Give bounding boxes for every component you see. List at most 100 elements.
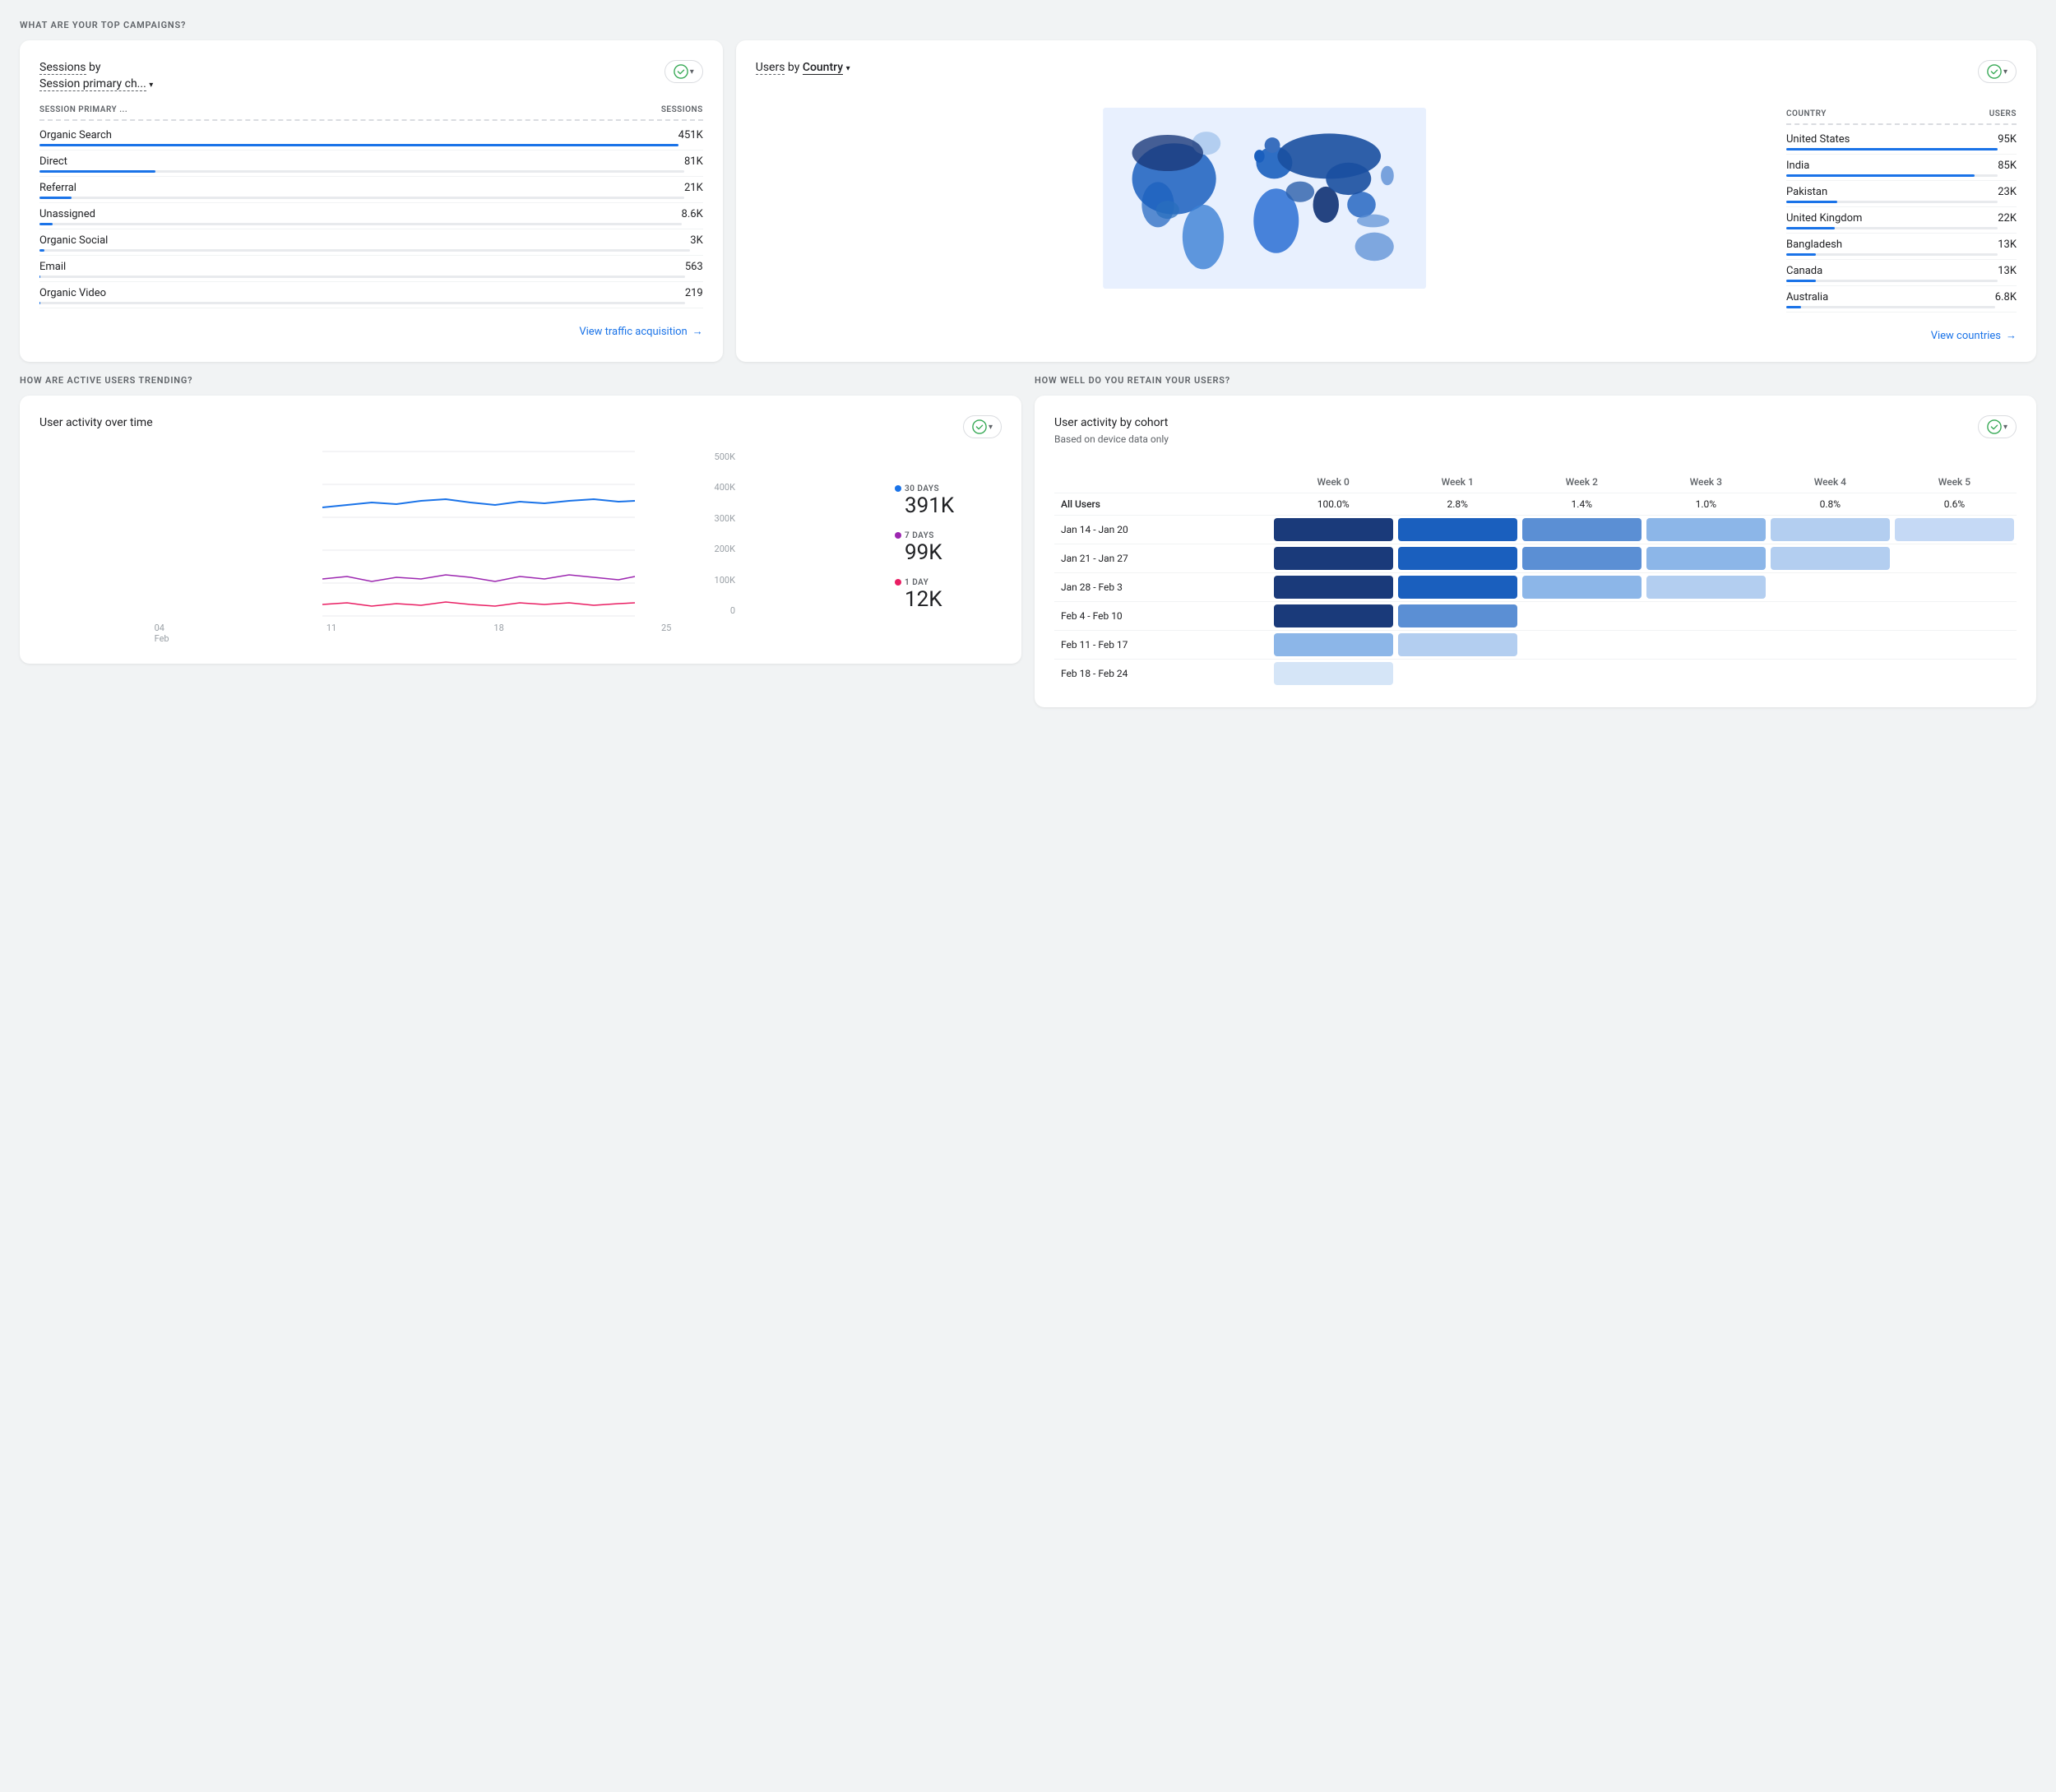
country-row-value: 6.8K bbox=[1995, 291, 2017, 308]
y-axis-labels: 500K 400K 300K 200K 100K 0 bbox=[39, 451, 742, 616]
cohort-cell-2-2 bbox=[1520, 572, 1644, 601]
trending-card-header: User activity over time ▾ bbox=[39, 415, 1002, 438]
cohort-cell-5-4-empty bbox=[1768, 659, 1892, 688]
country-row-label: Canada bbox=[1786, 265, 1998, 282]
sessions-label[interactable]: Sessions bbox=[39, 61, 86, 75]
country-row: India 85K bbox=[1786, 155, 2017, 181]
bar bbox=[1786, 306, 1801, 308]
cohort-cell-3-5-empty bbox=[1892, 601, 2017, 630]
legend-30days: 30 DAYS 391K bbox=[895, 484, 1002, 518]
session-primary-label[interactable]: Session primary ch... bbox=[39, 77, 146, 91]
session-row-value: 81K bbox=[684, 155, 703, 173]
session-row-value: 8.6K bbox=[682, 208, 703, 225]
cohort-all-users-week1: 2.8% bbox=[1396, 493, 1520, 515]
session-row-label: Email bbox=[39, 261, 685, 278]
cohort-cell-4-3-empty bbox=[1644, 630, 1768, 659]
sessions-card-header: Sessions by Session primary ch... ▾ ▾ bbox=[39, 60, 703, 92]
country-row-label: Pakistan bbox=[1786, 186, 1998, 203]
session-row-label: Organic Video bbox=[39, 287, 685, 304]
cohort-cell-2-1 bbox=[1396, 572, 1520, 601]
cohort-cell-2-4-empty bbox=[1768, 572, 1892, 601]
cohort-cell-0-1 bbox=[1396, 515, 1520, 544]
cohort-cell-1-2 bbox=[1520, 544, 1644, 572]
session-row-label: Direct bbox=[39, 155, 684, 173]
cohort-cell-0-5 bbox=[1892, 515, 2017, 544]
cohort-cell-0-4 bbox=[1768, 515, 1892, 544]
bar bbox=[39, 197, 72, 199]
check-circle-icon bbox=[674, 64, 688, 79]
cohort-data-row: Jan 21 - Jan 27 bbox=[1054, 544, 2017, 572]
bar bbox=[1786, 253, 1816, 256]
cohort-cell-5-0 bbox=[1271, 659, 1396, 688]
cohort-card-menu-btn[interactable]: ▾ bbox=[1978, 415, 2017, 438]
users-label[interactable]: Users bbox=[756, 61, 785, 75]
legend-1day-value: 12K bbox=[895, 587, 1002, 612]
bar bbox=[39, 249, 44, 252]
cohort-cell-1-5-empty bbox=[1892, 544, 2017, 572]
cohort-all-users-row: All Users100.0%2.8%1.4%1.0%0.8%0.6% bbox=[1054, 493, 2017, 515]
trending-card-title: User activity over time bbox=[39, 415, 153, 432]
sessions-card-caret: ▾ bbox=[690, 67, 694, 76]
session-row-label: Referral bbox=[39, 182, 684, 199]
cohort-section: HOW WELL DO YOU RETAIN YOUR USERS? User … bbox=[1035, 375, 2036, 707]
cohort-cell-3-0 bbox=[1271, 601, 1396, 630]
cohort-all-users-week2: 1.4% bbox=[1520, 493, 1644, 515]
arrow-right-icon2: → bbox=[2006, 329, 2017, 342]
users-col: USERS bbox=[1989, 109, 2017, 118]
session-row: Organic Search 451K bbox=[39, 124, 703, 150]
trending-card: User activity over time ▾ 500K 400K 300K bbox=[20, 396, 1021, 664]
session-row-value: 21K bbox=[684, 182, 703, 199]
view-traffic-link[interactable]: View traffic acquisition → bbox=[39, 325, 703, 338]
view-countries-link[interactable]: View countries → bbox=[756, 329, 2017, 342]
cohort-cell-4-1 bbox=[1396, 630, 1520, 659]
bar bbox=[1786, 148, 1998, 150]
country-label[interactable]: Country bbox=[803, 61, 843, 75]
cohort-subtitle: Based on device data only bbox=[1054, 433, 1169, 445]
bar-container bbox=[39, 144, 678, 146]
check-circle-icon3 bbox=[972, 419, 987, 434]
cohort-caret: ▾ bbox=[2003, 423, 2007, 432]
cohort-cell-3-2-empty bbox=[1520, 601, 1644, 630]
sessions-col-headers: SESSION PRIMARY ... SESSIONS bbox=[39, 105, 703, 121]
cohort-all-users-week4: 0.8% bbox=[1768, 493, 1892, 515]
sessions-card-menu-btn[interactable]: ▾ bbox=[664, 60, 703, 83]
legend-1day: 1 DAY 12K bbox=[895, 578, 1002, 612]
legend-7days-label: 7 DAYS bbox=[905, 531, 934, 540]
bar-container bbox=[1786, 227, 1998, 229]
cohort-all-users-week3: 1.0% bbox=[1644, 493, 1768, 515]
countries-card: Users by Country ▾ ▾ bbox=[736, 40, 2036, 362]
session-row-value: 563 bbox=[685, 261, 703, 278]
bar-container bbox=[1786, 253, 1998, 256]
arrow-right-icon: → bbox=[692, 325, 703, 338]
country-row: Australia 6.8K bbox=[1786, 286, 2017, 313]
cohort-cell-5-1-empty bbox=[1396, 659, 1520, 688]
by-label: by bbox=[89, 61, 100, 74]
cohort-cell-3-4-empty bbox=[1768, 601, 1892, 630]
country-row-value: 95K bbox=[1998, 133, 2017, 150]
legend-30days-value: 391K bbox=[895, 493, 1002, 518]
cohort-cell-5-3-empty bbox=[1644, 659, 1768, 688]
cohort-week2-header: Week 2 bbox=[1520, 471, 1644, 493]
cohort-cell-4-4-empty bbox=[1768, 630, 1892, 659]
country-row: Pakistan 23K bbox=[1786, 181, 2017, 207]
chart-legend: 30 DAYS 391K 7 DAYS 99K bbox=[895, 451, 1002, 644]
countries-card-menu-btn[interactable]: ▾ bbox=[1978, 60, 2017, 83]
country-row-value: 23K bbox=[1998, 186, 2017, 203]
trending-caret: ▾ bbox=[989, 423, 993, 432]
bar bbox=[39, 170, 155, 173]
cohort-row-label: Feb 18 - Feb 24 bbox=[1054, 659, 1271, 688]
session-row: Direct 81K bbox=[39, 150, 703, 177]
cohort-week5-header: Week 5 bbox=[1892, 471, 2017, 493]
cohort-week3-header: Week 3 bbox=[1644, 471, 1768, 493]
session-row-value: 219 bbox=[685, 287, 703, 304]
country-row-label: Bangladesh bbox=[1786, 238, 1998, 256]
cohort-data-row: Jan 14 - Jan 20 bbox=[1054, 515, 2017, 544]
trending-card-menu-btn[interactable]: ▾ bbox=[963, 415, 1002, 438]
check-circle-icon4 bbox=[1987, 419, 2002, 434]
cohort-cell-0-0 bbox=[1271, 515, 1396, 544]
country-row-label: Australia bbox=[1786, 291, 1995, 308]
cohort-cell-5-2-empty bbox=[1520, 659, 1644, 688]
world-map bbox=[756, 83, 1773, 313]
bar-container bbox=[1786, 148, 1998, 150]
cohort-col-label bbox=[1054, 471, 1271, 493]
